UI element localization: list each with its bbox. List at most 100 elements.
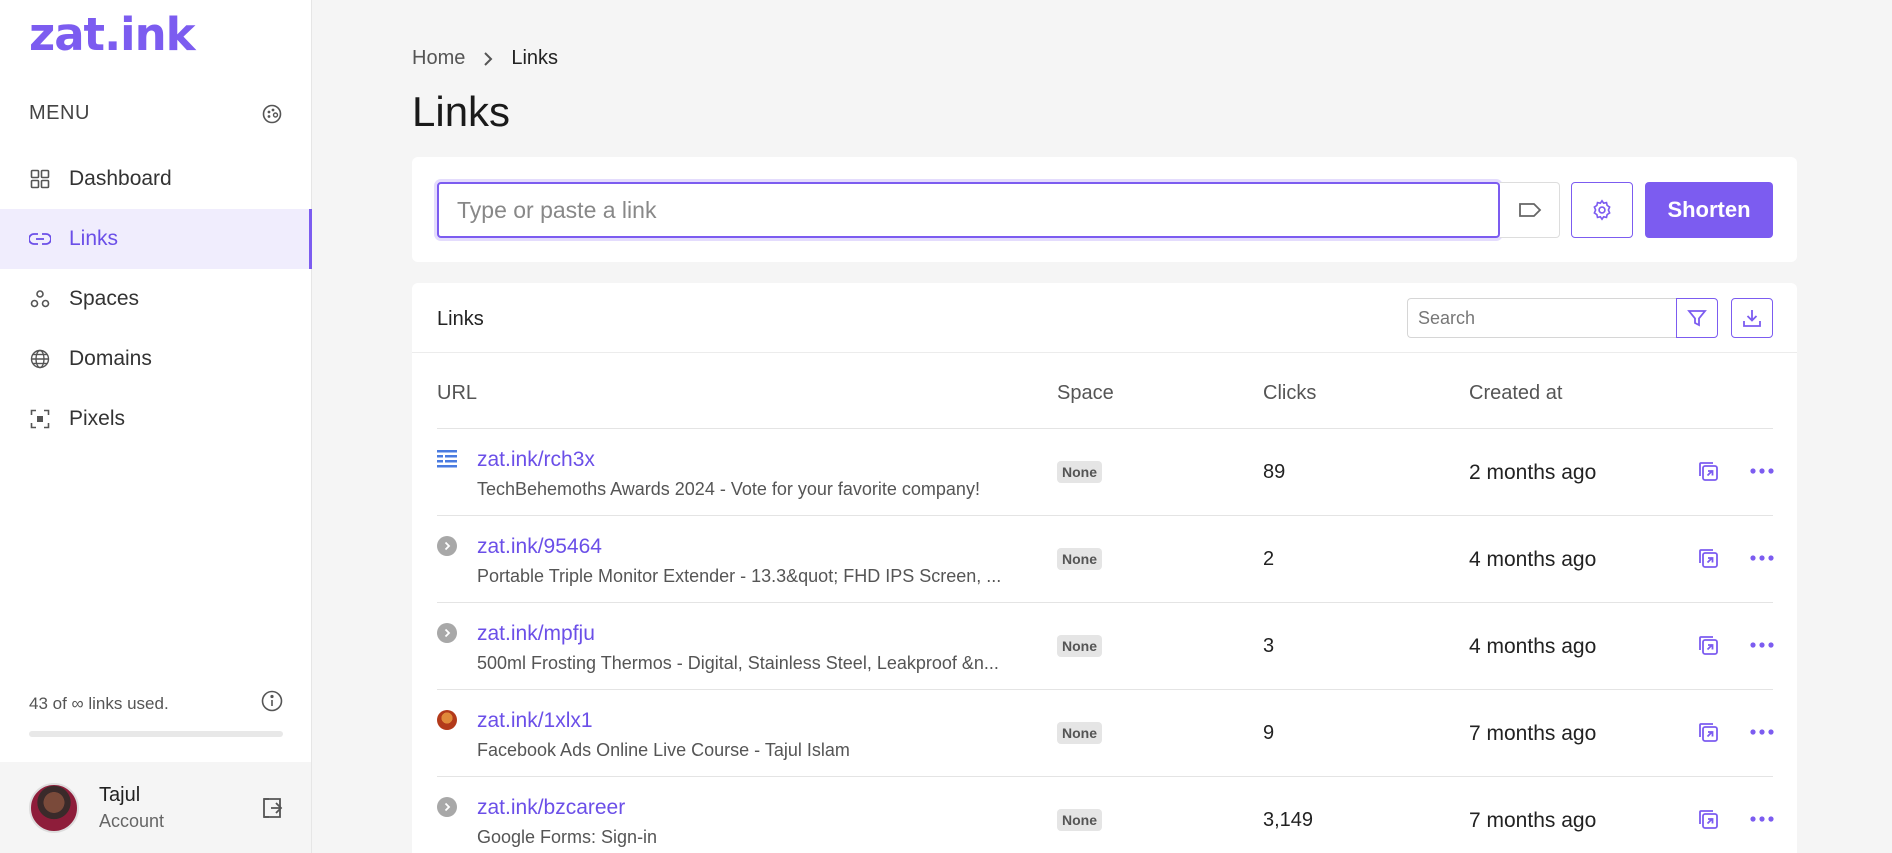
filter-icon (1687, 310, 1707, 327)
space-badge: None (1057, 722, 1102, 744)
breadcrumb: Home Links (412, 47, 558, 70)
created-at: 7 months ago (1469, 722, 1597, 745)
link-title: Facebook Ads Online Live Course - Tajul … (477, 740, 850, 760)
space-badge: None (1057, 461, 1102, 483)
copy-icon[interactable] (1696, 807, 1720, 831)
sidebar-item-domains[interactable]: Domains (0, 329, 312, 389)
logo[interactable]: zat.ink (29, 8, 196, 61)
menu-title: MENU (29, 102, 90, 124)
more-options-icon[interactable] (1750, 807, 1774, 831)
sidebar-nav: Dashboard Links Spaces Domains Pixels (0, 149, 312, 449)
gear-icon (1593, 199, 1611, 221)
click-count: 3 (1263, 635, 1275, 657)
favicon-icon (437, 536, 457, 556)
page-title: Links (412, 88, 511, 135)
breadcrumb-home[interactable]: Home (412, 47, 465, 70)
shorten-button[interactable]: Shorten (1645, 182, 1773, 238)
short-link[interactable]: zat.ink/95464 (477, 535, 602, 559)
click-count: 2 (1263, 548, 1275, 570)
table-row[interactable]: zat.ink/bzcareer Google Forms: Sign-in Non… (437, 777, 1774, 853)
usage-text: 43 of ∞ links used. (29, 693, 169, 713)
short-link[interactable]: zat.ink/bzcareer (477, 796, 625, 820)
grid-icon (29, 168, 51, 190)
sidebar-item-label: Spaces (69, 287, 140, 310)
favicon-icon (437, 623, 457, 643)
copy-icon[interactable] (1696, 720, 1720, 744)
account-panel[interactable]: Tajul Account (0, 762, 311, 853)
info-icon[interactable] (261, 690, 283, 717)
link-input[interactable] (437, 182, 1500, 238)
link-icon (29, 228, 51, 250)
download-icon (1743, 310, 1761, 327)
favicon-icon (437, 449, 457, 469)
short-link[interactable]: zat.ink/1xlx1 (477, 709, 593, 733)
short-link[interactable]: zat.ink/mpfju (477, 622, 595, 646)
more-options-icon[interactable] (1750, 546, 1774, 570)
sidebar-item-label: Pixels (69, 407, 126, 430)
sidebar-item-spaces[interactable]: Spaces (0, 269, 312, 329)
click-count: 9 (1263, 722, 1275, 744)
usage-meter: 43 of ∞ links used. (29, 690, 283, 737)
more-options-icon[interactable] (1750, 633, 1774, 657)
space-badge: None (1057, 548, 1102, 570)
created-at: 2 months ago (1469, 461, 1597, 484)
chevron-right-icon (483, 51, 493, 67)
column-header-created[interactable]: Created at (1469, 382, 1562, 405)
link-title: 500ml Frosting Thermos - Digital, Stainl… (477, 653, 999, 673)
table-header: URL Space Clicks Created at (437, 353, 1773, 429)
menu-header: MENU (29, 102, 283, 125)
created-at: 4 months ago (1469, 635, 1597, 658)
sidebar: zat.ink MENU Dashboard Links Spaces Doma… (0, 0, 312, 853)
more-options-icon[interactable] (1750, 459, 1774, 483)
link-title: Google Forms: Sign-in (477, 827, 658, 847)
breadcrumb-current: Links (511, 47, 559, 69)
search-input[interactable] (1407, 298, 1678, 338)
sidebar-item-links[interactable]: Links (0, 209, 312, 269)
links-table-card: Links URL Space Clicks Created at zat.in… (412, 283, 1797, 853)
avatar[interactable] (29, 782, 79, 833)
copy-icon[interactable] (1696, 633, 1720, 657)
copy-icon[interactable] (1696, 459, 1720, 483)
globe-icon (29, 348, 51, 370)
space-badge: None (1057, 809, 1102, 831)
short-link[interactable]: zat.ink/rch3x (477, 448, 595, 472)
usage-progress-bar (29, 731, 283, 737)
table-row[interactable]: zat.ink/rch3x TechBehemoths Awards 2024 -… (437, 429, 1774, 516)
column-header-space[interactable]: Space (1057, 382, 1114, 405)
space-badge: None (1057, 635, 1102, 657)
copy-icon[interactable] (1696, 546, 1720, 570)
column-header-url[interactable]: URL (437, 382, 477, 405)
account-name: Tajul (99, 783, 141, 806)
settings-button[interactable] (1571, 182, 1633, 238)
spaces-icon (29, 288, 51, 310)
palette-icon[interactable] (261, 103, 283, 125)
filter-button[interactable] (1676, 298, 1718, 338)
sidebar-item-dashboard[interactable]: Dashboard (0, 149, 312, 209)
created-at: 7 months ago (1469, 809, 1597, 832)
link-title: Portable Triple Monitor Extender - 13.3&… (477, 566, 1002, 586)
download-button[interactable] (1731, 298, 1773, 338)
sidebar-item-pixels[interactable]: Pixels (0, 389, 312, 449)
favicon-icon (437, 797, 457, 817)
created-at: 4 months ago (1469, 548, 1597, 571)
table-row[interactable]: zat.ink/1xlx1 Facebook Ads Online Live Co… (437, 690, 1774, 777)
table-row[interactable]: zat.ink/95464 Portable Triple Monitor Ext… (437, 516, 1774, 603)
shorten-card: Shorten (412, 157, 1797, 262)
table-row[interactable]: zat.ink/mpfju 500ml Frosting Thermos - Di… (437, 603, 1774, 690)
column-header-clicks[interactable]: Clicks (1263, 382, 1316, 405)
sidebar-item-label: Dashboard (69, 167, 172, 190)
account-subtitle: Account (99, 810, 165, 831)
links-table-header: Links (412, 283, 1797, 353)
sidebar-item-label: Domains (69, 347, 152, 370)
tag-icon (1518, 203, 1541, 217)
click-count: 3,149 (1263, 809, 1314, 831)
sidebar-item-label: Links (69, 227, 119, 250)
favicon-icon (437, 710, 457, 730)
link-title: TechBehemoths Awards 2024 - Vote for you… (477, 479, 980, 499)
pixel-icon (29, 408, 51, 430)
more-options-icon[interactable] (1750, 720, 1774, 744)
tag-button[interactable] (1500, 182, 1560, 238)
logout-icon[interactable] (260, 796, 284, 820)
links-table-title: Links (437, 308, 484, 330)
click-count: 89 (1263, 461, 1286, 483)
